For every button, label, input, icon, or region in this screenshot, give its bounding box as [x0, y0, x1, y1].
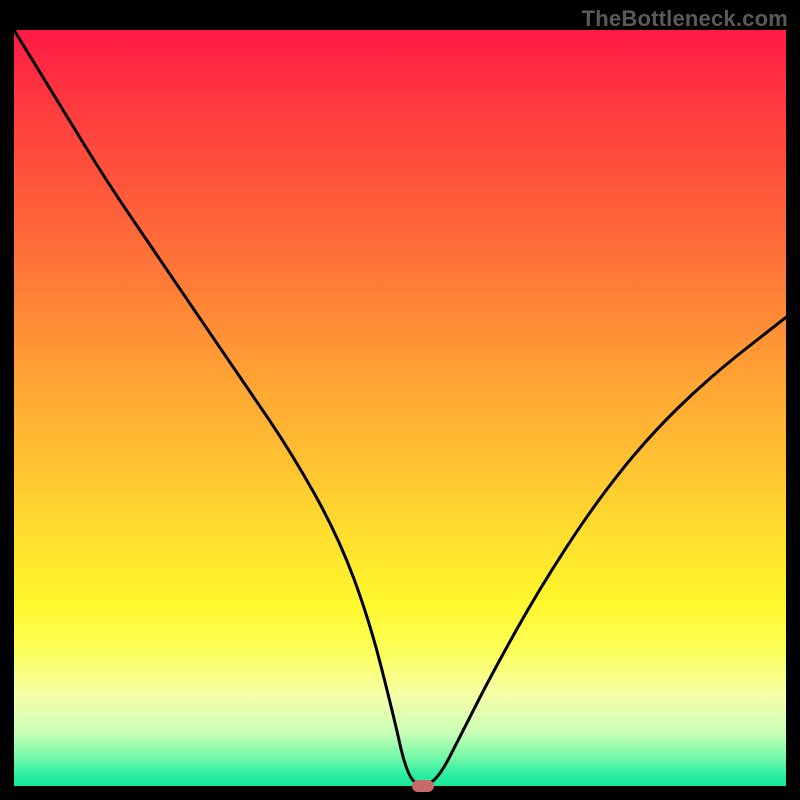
plot-outer: [14, 30, 786, 786]
minimum-marker: [412, 780, 434, 792]
curve-path: [14, 30, 786, 784]
watermark-text: TheBottleneck.com: [582, 6, 788, 32]
bottleneck-curve: [14, 30, 786, 786]
chart-frame: TheBottleneck.com: [0, 0, 800, 800]
